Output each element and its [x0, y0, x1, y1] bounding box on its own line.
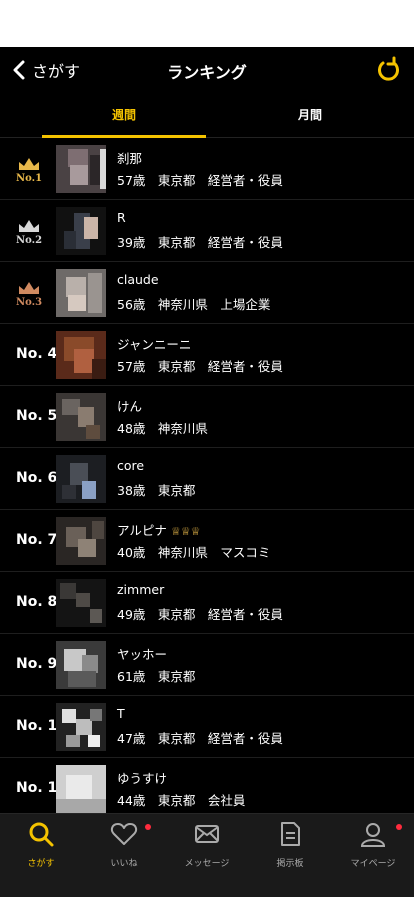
user-info: 44歳 東京都 会社員 [117, 793, 246, 808]
tab-weekly[interactable]: 週間 [42, 93, 206, 138]
ranking-row-7[interactable]: No. 7 アルピナ ♕♕♕ 40歳 神奈川県 マスコミ [0, 510, 414, 572]
rank-label: No. 9 [16, 656, 58, 672]
user-name: ジャンニーニ [117, 337, 192, 352]
user-info: 56歳 神奈川県 上場企業 [117, 297, 271, 312]
notification-dot [396, 824, 402, 830]
ranking-row-4[interactable]: No. 4 ジャンニーニ 57歳 東京都 経営者・役員 [0, 324, 414, 386]
user-name: 刹那 [117, 151, 143, 166]
user-name: core [117, 458, 145, 473]
tab-monthly[interactable]: 月間 [228, 93, 392, 137]
person-icon [360, 823, 386, 847]
ranking-row-5[interactable]: No. 5 けん 48歳 神奈川県 [0, 386, 414, 448]
tab-label: さがす [27, 859, 55, 869]
rank-label: No. 7 [16, 532, 58, 548]
bottom-tab-bar: さがす いいね メッセージ 掲示板 マイページ [0, 813, 414, 897]
tab-mypage[interactable]: マイページ [332, 820, 414, 869]
avatar [56, 641, 106, 689]
crown-badge-icon: ♕♕♕ [170, 525, 201, 538]
user-name: T [117, 706, 125, 721]
ranking-row-8[interactable]: No. 8 zimmer 49歳 東京都 経営者・役員 [0, 572, 414, 634]
user-info: 48歳 神奈川県 [117, 421, 208, 436]
user-info: 57歳 東京都 経営者・役員 [117, 173, 283, 188]
document-icon [281, 822, 300, 846]
avatar [56, 331, 106, 379]
ranking-row-1[interactable]: No.1 刹那 57歳 東京都 経営者・役員 [0, 138, 414, 200]
ranking-row-6[interactable]: No. 6 core 38歳 東京都 [0, 448, 414, 510]
rank-label: No. 8 [16, 594, 58, 610]
user-name: R [117, 210, 126, 225]
header: さがす ランキング [0, 47, 414, 93]
bronze-crown-icon: No.3 [14, 280, 44, 310]
avatar [56, 269, 106, 317]
user-name: claude [117, 272, 159, 287]
tab-label: いいね [110, 859, 138, 869]
status-bar [0, 0, 414, 47]
envelope-icon [195, 825, 219, 843]
ranking-row-10[interactable]: No. 10 T 47歳 東京都 経営者・役員 [0, 696, 414, 758]
tab-message[interactable]: メッセージ [166, 820, 248, 869]
rank-label: No. 6 [16, 470, 58, 486]
tab-label: 掲示板 [276, 859, 304, 869]
user-name: けん [117, 399, 143, 414]
notification-dot [145, 824, 151, 830]
avatar [56, 765, 106, 813]
user-info: 49歳 東京都 経営者・役員 [117, 607, 283, 622]
avatar [56, 517, 106, 565]
user-info: 40歳 神奈川県 マスコミ [117, 545, 271, 560]
user-info: 61歳 東京都 [117, 669, 196, 684]
user-name: ゆうすけ [117, 771, 168, 786]
avatar [56, 145, 106, 193]
search-icon [29, 822, 54, 847]
tab-search[interactable]: さがす [0, 820, 82, 869]
page-title: ランキング [167, 63, 247, 82]
user-name: zimmer [117, 582, 165, 597]
user-name: ヤッホー [117, 647, 168, 662]
tab-label: マイページ [350, 859, 396, 869]
ranking-row-9[interactable]: No. 9 ヤッホー 61歳 東京都 [0, 634, 414, 696]
ranking-row-3[interactable]: No.3 claude 56歳 神奈川県 上場企業 [0, 262, 414, 324]
user-info: 47歳 東京都 経営者・役員 [117, 731, 283, 746]
user-info: 39歳 東京都 経営者・役員 [117, 235, 283, 250]
rank-label: No. 4 [16, 346, 58, 362]
ranking-row-11[interactable]: No. 11 ゆうすけ 44歳 東京都 会社員 [0, 758, 414, 813]
avatar [56, 207, 106, 255]
ranking-list: No.1 刹那 57歳 東京都 経営者・役員 No.2 R 39歳 東京都 経営… [0, 138, 414, 813]
period-tabs: 週間 月間 [0, 93, 414, 138]
avatar [56, 579, 106, 627]
user-info: 38歳 東京都 [117, 483, 196, 498]
heart-icon [110, 823, 138, 845]
ranking-row-2[interactable]: No.2 R 39歳 東京都 経営者・役員 [0, 200, 414, 262]
avatar [56, 393, 106, 441]
rank-label: No. 5 [16, 408, 58, 424]
tab-like[interactable]: いいね [83, 820, 165, 869]
user-info: 57歳 東京都 経営者・役員 [117, 359, 283, 374]
silver-crown-icon: No.2 [14, 218, 44, 248]
tab-board[interactable]: 掲示板 [249, 820, 331, 869]
refresh-icon[interactable] [374, 56, 402, 84]
user-name: アルピナ ♕♕♕ [117, 523, 201, 538]
gold-crown-icon: No.1 [14, 156, 44, 186]
tab-label: メッセージ [184, 859, 230, 869]
avatar [56, 703, 106, 751]
avatar [56, 455, 106, 503]
